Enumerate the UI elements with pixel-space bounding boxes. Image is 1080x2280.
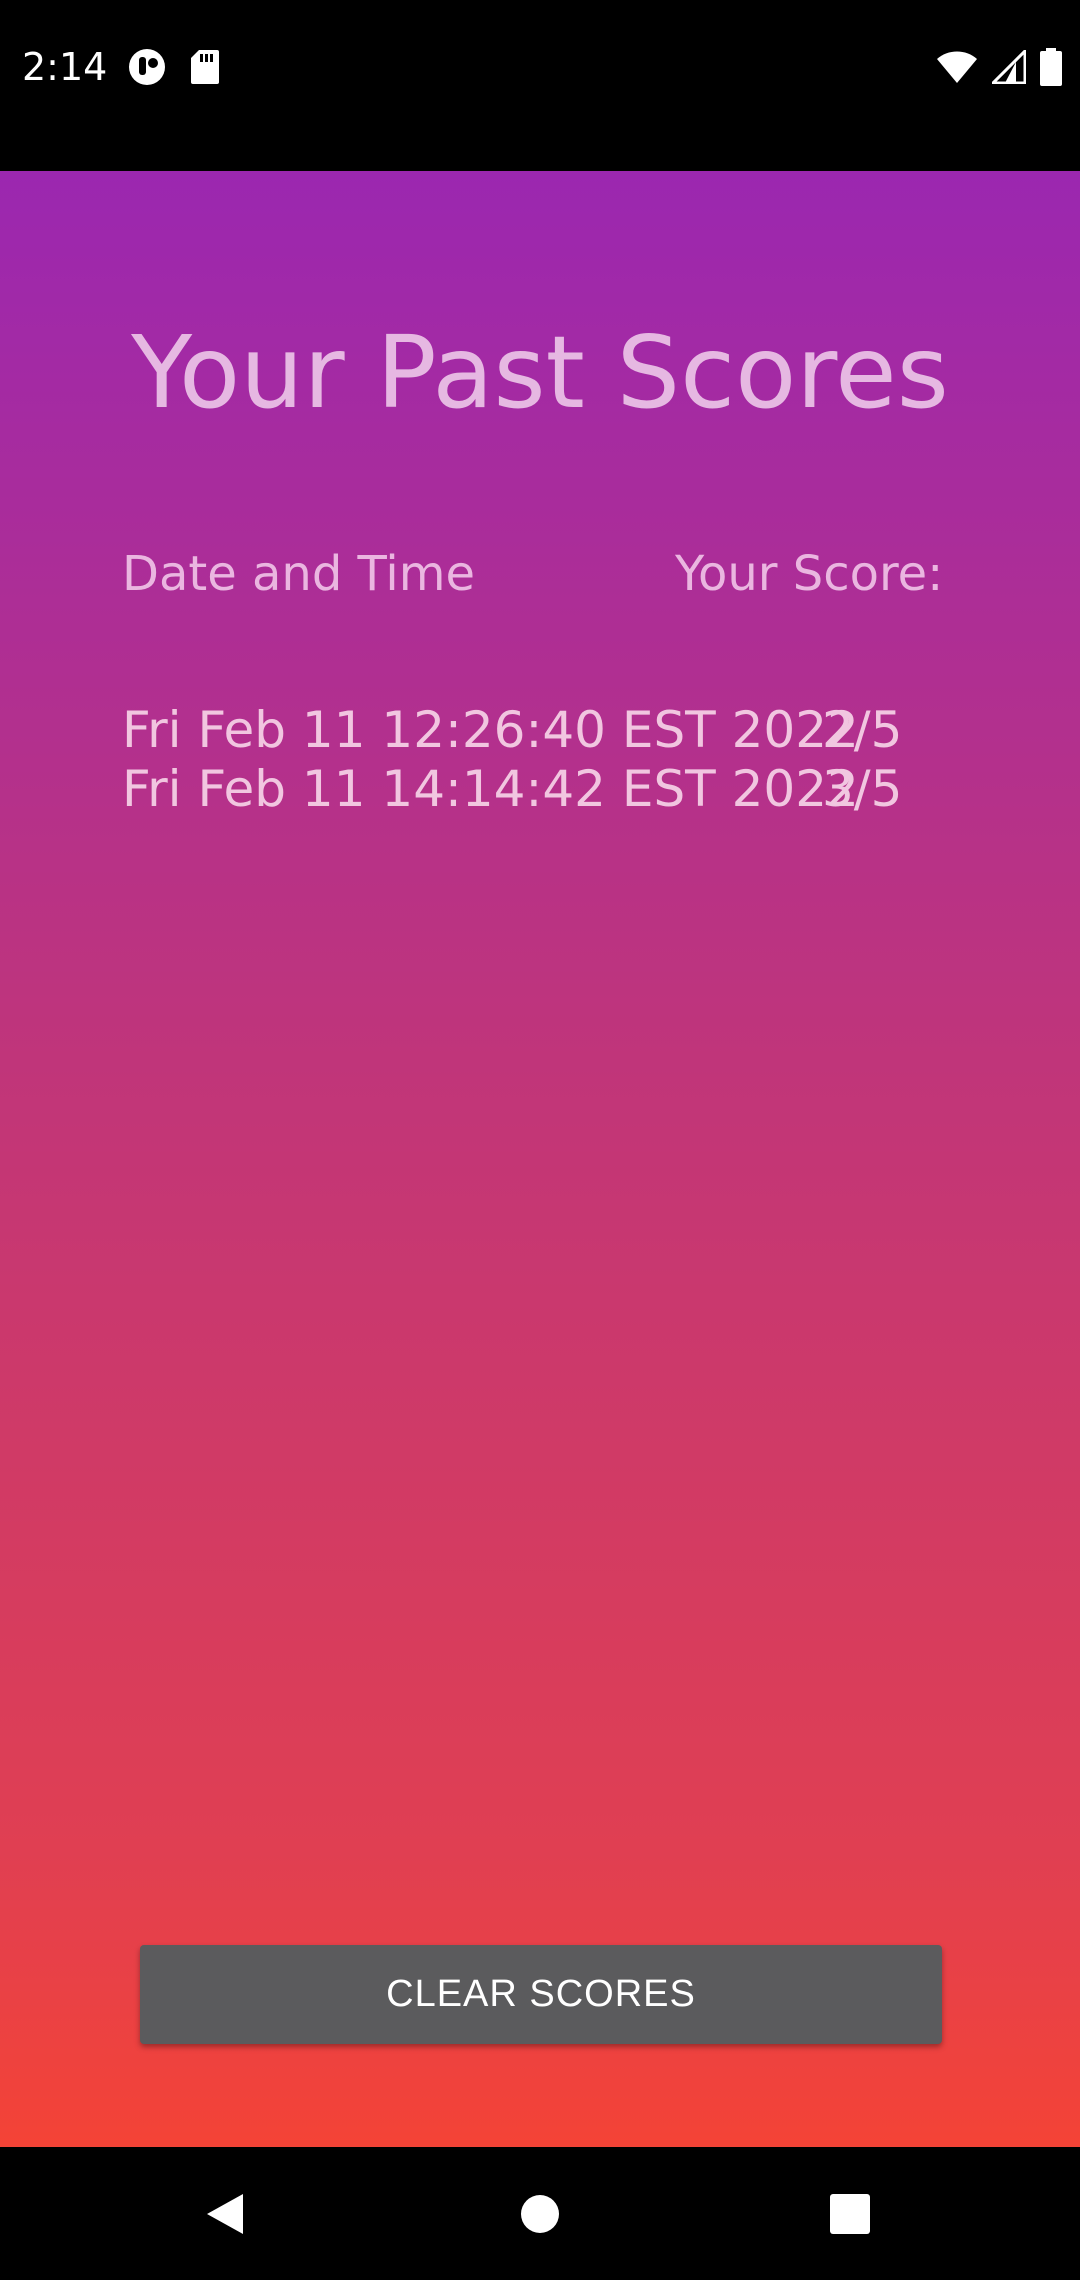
recents-icon <box>829 2193 871 2235</box>
date-time-header: Date and Time <box>122 546 476 602</box>
wifi-icon <box>936 50 978 84</box>
page-title: Your Past Scores <box>131 314 949 431</box>
notification-app-icon <box>128 48 166 86</box>
score-value: 2/5 <box>822 701 903 759</box>
score-row: Fri Feb 11 12:26:40 EST 2022 2/5 <box>122 701 972 760</box>
sd-card-icon <box>190 49 220 85</box>
score-date: Fri Feb 11 12:26:40 EST 2022 <box>122 701 859 759</box>
home-icon <box>520 2194 560 2234</box>
score-date: Fri Feb 11 14:14:42 EST 2022 <box>122 760 859 818</box>
navigation-bar <box>0 2147 1080 2280</box>
status-right-icons <box>936 48 1062 86</box>
scores-list: Fri Feb 11 12:26:40 EST 2022 2/5 Fri Feb… <box>122 701 972 819</box>
back-icon <box>205 2192 245 2236</box>
back-button[interactable] <box>165 2147 285 2280</box>
cellular-signal-icon <box>992 50 1026 84</box>
past-scores-screen: Your Past Scores Date and Time Your Scor… <box>0 171 1080 2147</box>
battery-icon <box>1040 48 1062 86</box>
home-button[interactable] <box>480 2147 600 2280</box>
status-time: 2:14 <box>22 45 108 89</box>
clear-scores-button[interactable]: CLEAR SCORES <box>140 1945 942 2044</box>
device-frame: 2:14 Your Past Scores Date and Time Your… <box>0 0 1080 2280</box>
status-left-icons <box>128 48 220 86</box>
recents-button[interactable] <box>790 2147 910 2280</box>
score-value: 3/5 <box>822 760 903 818</box>
score-header: Your Score: <box>675 546 944 602</box>
score-row: Fri Feb 11 14:14:42 EST 2022 3/5 <box>122 760 972 819</box>
status-bar: 2:14 <box>0 0 1080 171</box>
